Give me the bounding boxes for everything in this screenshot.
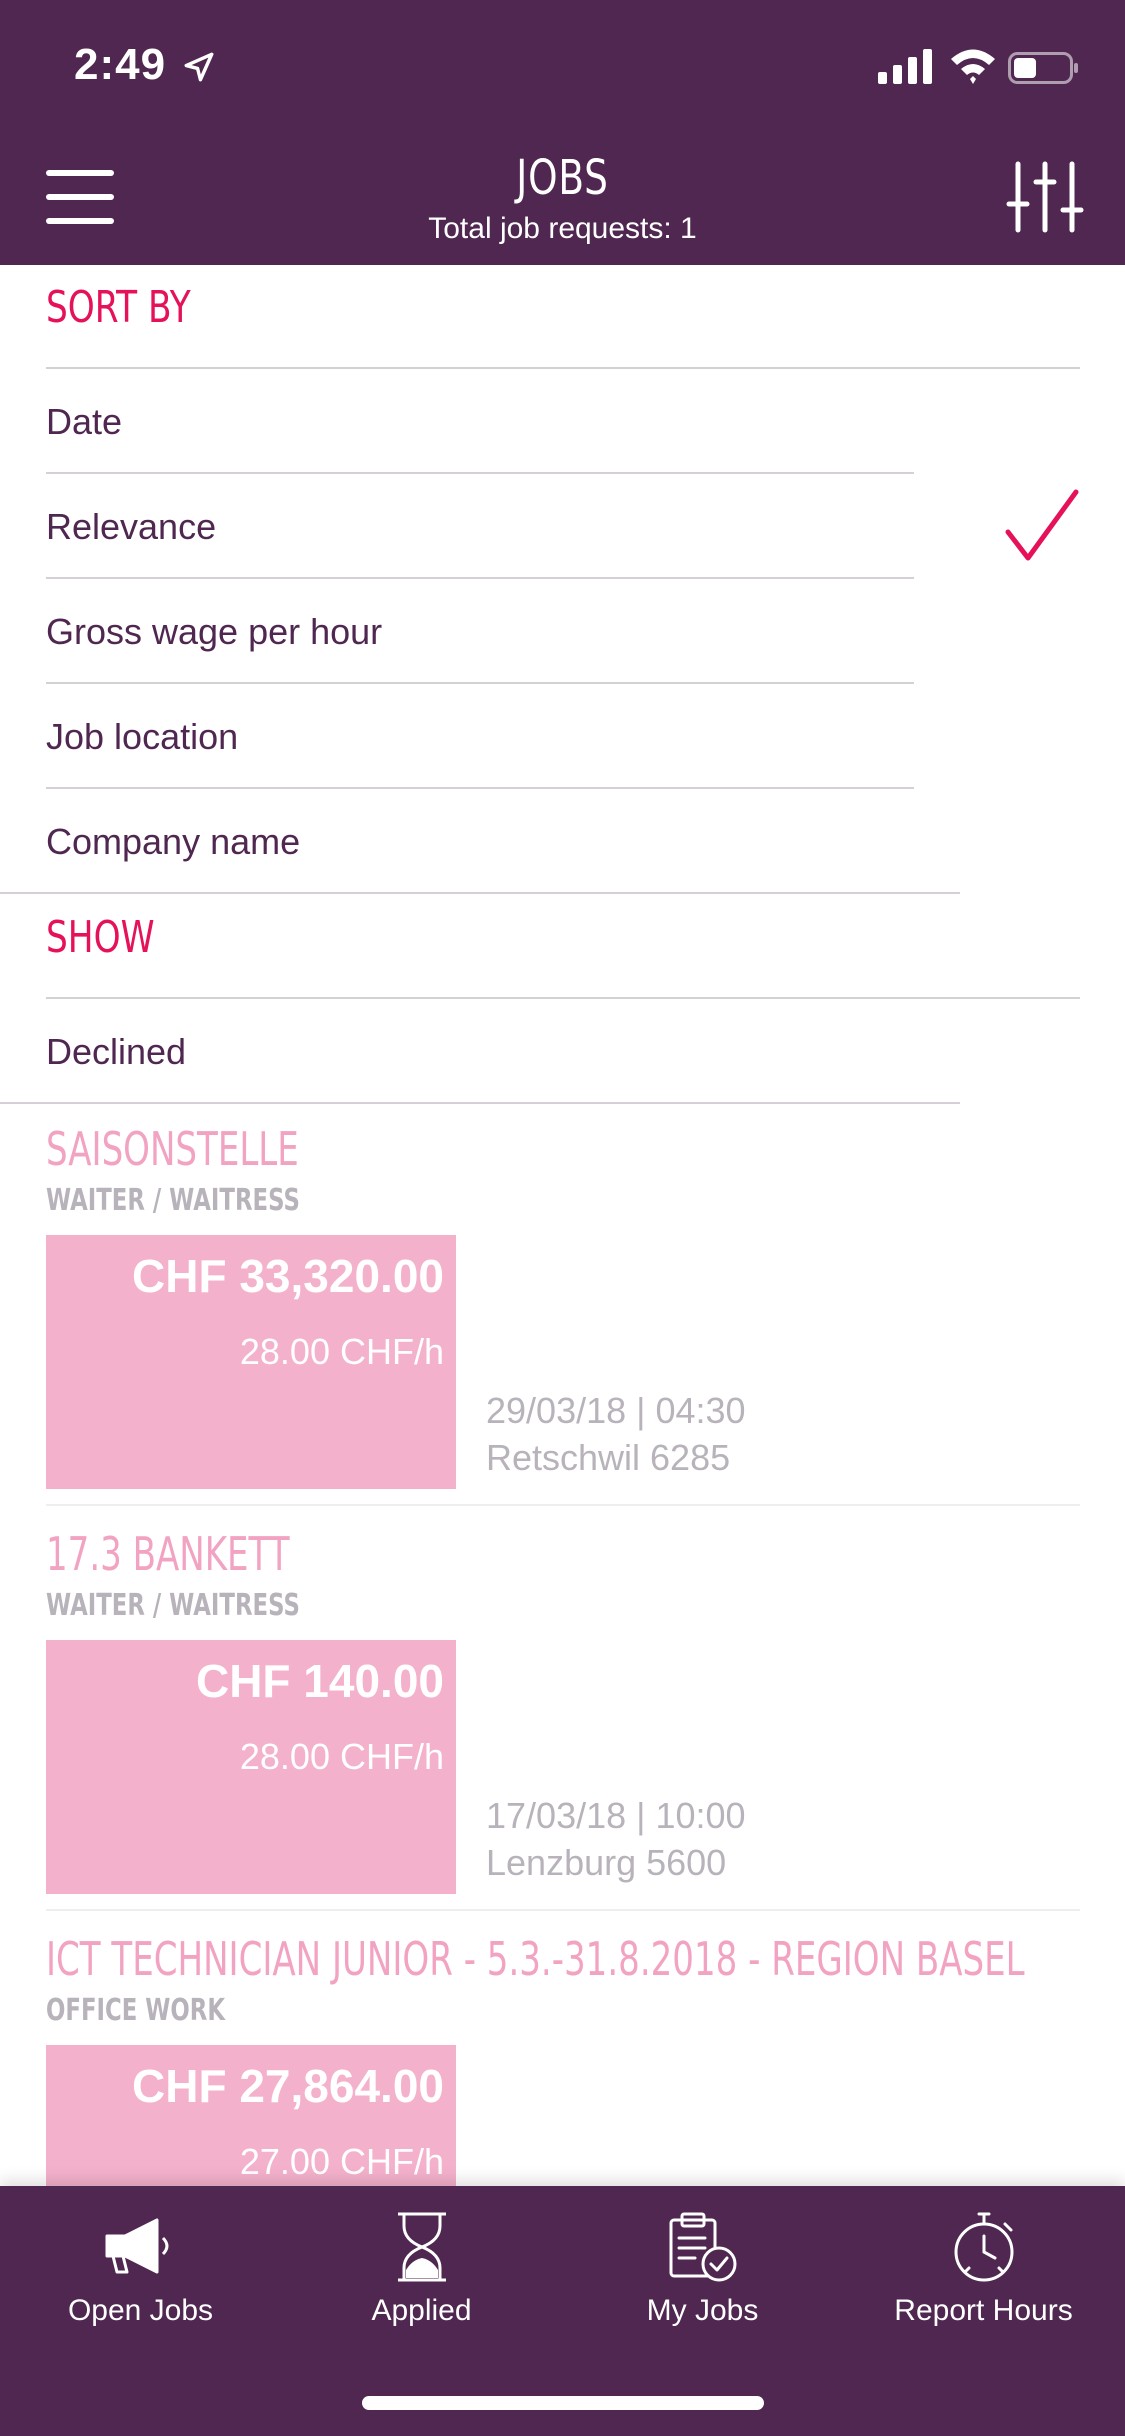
sort-option-label: Company name (46, 820, 301, 862)
wifi-icon (951, 49, 995, 84)
job-wage-box[interactable]: CHF 140.00 28.00 CHF/h (46, 1640, 456, 1894)
job-wage-box[interactable]: CHF 33,320.00 28.00 CHF/h (46, 1235, 456, 1489)
status-time: 2:49 (74, 40, 167, 89)
tab-label: Open Jobs (67, 2294, 214, 2327)
job-category: OFFICE WORK (46, 1993, 226, 2028)
sort-option-label: Job location (46, 715, 239, 757)
job-total-wage: CHF 140.00 (195, 1655, 444, 1707)
job-category: WAITER / WAITRESS (46, 1588, 300, 1623)
job-location: Retschwil 6285 (486, 1437, 731, 1478)
top-bar: 2:49 JOBS Total job requests: 1 (0, 0, 1125, 265)
tab-my-jobs[interactable]: My Jobs (562, 2186, 843, 2336)
tab-label: My Jobs (646, 2294, 759, 2327)
job-category: WAITER / WAITRESS (46, 1183, 300, 1218)
sort-option-label: Date (46, 400, 123, 442)
show-option-label: Declined (46, 1030, 187, 1072)
show-heading: SHOW (46, 912, 155, 963)
stopwatch-icon (954, 2212, 1013, 2282)
menu-icon (46, 170, 114, 176)
sort-by-heading: SORT BY (46, 282, 191, 333)
tab-report-hours[interactable]: Report Hours (843, 2186, 1124, 2336)
show-option-declined[interactable]: Declined (46, 999, 914, 1104)
job-requests-count: Total job requests: 1 (428, 212, 697, 245)
sort-option-date[interactable]: Date (46, 369, 914, 474)
checkmark-icon (1005, 489, 1079, 561)
sort-option-relevance[interactable]: Relevance (46, 474, 914, 579)
clipboard-check-icon (669, 2212, 736, 2282)
job-hourly-rate: 28.00 CHF/h (239, 1331, 444, 1372)
location-arrow-icon (184, 52, 214, 82)
job-total-wage: CHF 33,320.00 (132, 1250, 444, 1302)
tab-applied[interactable]: Applied (281, 2186, 562, 2336)
sort-option-label: Relevance (46, 505, 217, 547)
job-date: 17/03/18 | 10:00 (486, 1795, 746, 1836)
card-divider (46, 1504, 1080, 1506)
battery-icon (1008, 52, 1078, 84)
page-title: JOBS (516, 150, 609, 206)
megaphone-icon (105, 2218, 168, 2274)
job-location: Lenzburg 5600 (486, 1842, 727, 1883)
tab-open-jobs[interactable]: Open Jobs (0, 2186, 281, 2336)
job-hourly-rate: 27.00 CHF/h (239, 2141, 444, 2182)
hourglass-icon (397, 2212, 446, 2282)
filter-sliders-icon[interactable] (1006, 160, 1084, 234)
divider (0, 892, 960, 894)
divider (0, 1102, 960, 1104)
job-date: 29/03/18 | 04:30 (486, 1390, 746, 1431)
job-total-wage: CHF 27,864.00 (132, 2060, 444, 2112)
sort-option-job-location[interactable]: Job location (46, 684, 914, 789)
tab-label: Applied (371, 2294, 472, 2327)
tab-label: Report Hours (894, 2294, 1073, 2327)
home-indicator[interactable] (362, 2396, 764, 2410)
sort-option-gross-wage[interactable]: Gross wage per hour (46, 579, 914, 684)
sort-option-company-name[interactable]: Company name (46, 789, 914, 894)
job-title[interactable]: 17.3 BANKETT (46, 1527, 290, 1581)
cellular-signal-icon (878, 49, 932, 84)
job-title[interactable]: SAISONSTELLE (46, 1122, 299, 1176)
job-hourly-rate: 28.00 CHF/h (239, 1736, 444, 1777)
card-divider (46, 1909, 1080, 1911)
job-title[interactable]: ICT TECHNICIAN JUNIOR - 5.3.-31.8.2018 -… (46, 1932, 1025, 1986)
sort-option-label: Gross wage per hour (46, 610, 383, 652)
